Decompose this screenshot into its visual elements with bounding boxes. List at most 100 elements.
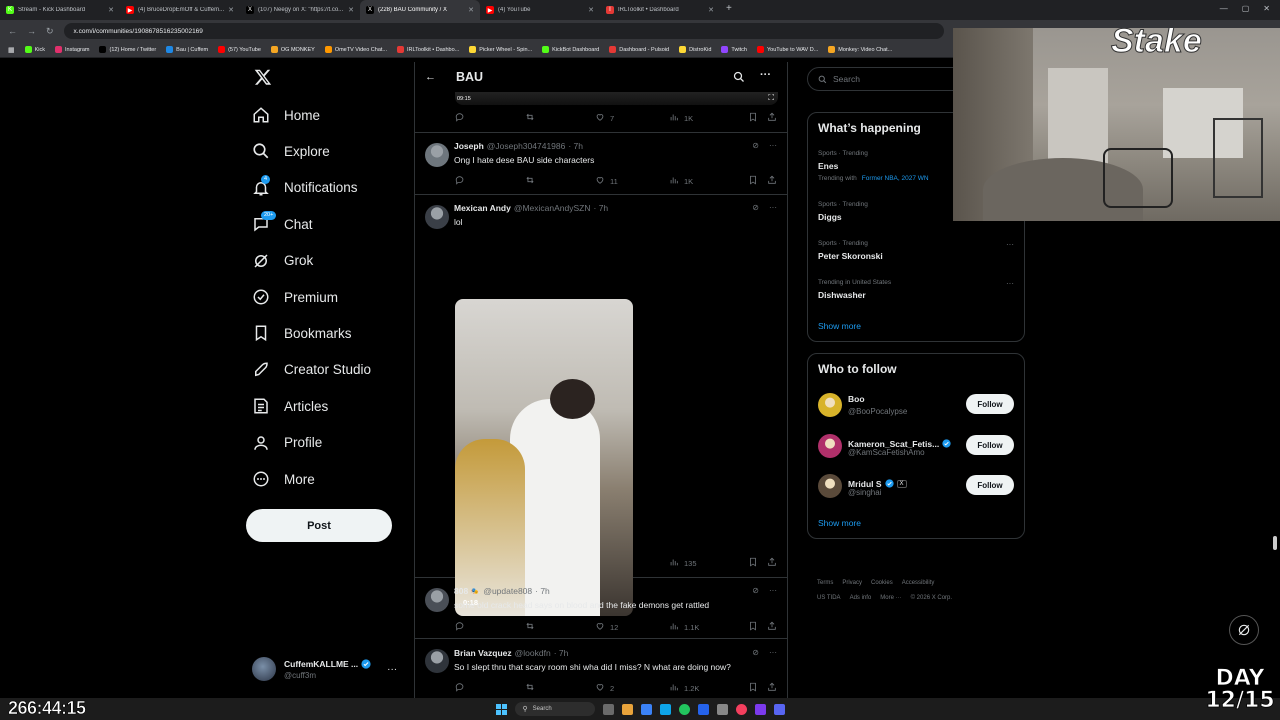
tweet-video[interactable]: 0:18 <box>455 299 633 616</box>
browser-tab[interactable]: I IRLToolkit • Dashboard ✕ <box>600 0 720 20</box>
views-button[interactable]: 135 <box>669 557 697 569</box>
close-icon[interactable]: ✕ <box>348 6 354 14</box>
search-icon[interactable] <box>733 71 745 83</box>
more-icon[interactable]: ··· <box>769 648 777 657</box>
avatar[interactable] <box>818 474 842 498</box>
tweet-time[interactable]: · 7h <box>554 648 569 658</box>
account-switcher[interactable]: CuffemKALLME ... @cuff3m ··· <box>252 652 412 686</box>
scrollbar[interactable] <box>1273 536 1277 550</box>
nav-item-grok[interactable]: Grok <box>252 246 313 276</box>
close-window-icon[interactable]: ✕ <box>1263 4 1270 13</box>
tweet-author-handle[interactable]: @Joseph304741986 <box>487 141 566 151</box>
views-button[interactable]: 1.1K <box>669 621 699 633</box>
close-icon[interactable]: ✕ <box>228 6 234 14</box>
footer-link[interactable]: © 2026 X Corp. <box>911 595 952 601</box>
tweet-author-name[interactable]: 808 <box>454 586 468 596</box>
browser-tab[interactable]: X (107) Neegy on X: "https://t.co... ✕ <box>240 0 360 20</box>
footer-link[interactable]: Accessibility <box>902 580 935 586</box>
tweet-time[interactable]: · 7h <box>568 141 583 151</box>
tweet-author-handle[interactable]: @MexicanAndySZN <box>514 203 591 213</box>
account-more-icon[interactable]: ··· <box>387 664 397 675</box>
bookmark-item[interactable]: DistroKid <box>679 46 711 53</box>
grok-icon[interactable]: ⊘ <box>752 203 759 212</box>
bookmark-item[interactable]: IRLToolkit • Dashbo... <box>397 46 459 53</box>
bookmark-item[interactable]: OmeTV Video Chat... <box>324 46 387 53</box>
close-icon[interactable]: ✕ <box>708 6 714 14</box>
browser-tab[interactable]: ▶ (4) BruceDropEmOff & Cuffem... ✕ <box>120 0 240 20</box>
bookmark-button[interactable] <box>748 557 758 569</box>
footer-link[interactable]: More ··· <box>880 595 901 601</box>
post-button[interactable]: Post <box>246 509 392 542</box>
follow-button[interactable]: Follow <box>966 435 1014 455</box>
close-icon[interactable]: ✕ <box>108 6 114 14</box>
browser-tab[interactable]: K Stream - Kick Dashboard ✕ <box>0 0 120 20</box>
nav-item-creator-studio[interactable]: Creator Studio <box>252 355 371 385</box>
nav-item-more[interactable]: More <box>252 464 315 494</box>
bookmark-item[interactable]: Monkey: Video Chat... <box>828 46 892 53</box>
like-button[interactable]: 12 <box>595 621 618 633</box>
bookmark-item[interactable]: OG MONKEY <box>270 46 315 53</box>
follow-button[interactable]: Follow <box>966 475 1014 495</box>
nav-item-chat[interactable]: 20+ Chat <box>252 209 313 239</box>
like-button[interactable]: 7 <box>595 112 614 124</box>
browser-tab[interactable]: ▶ (4) YouTube ✕ <box>480 0 600 20</box>
back-arrow-icon[interactable]: ← <box>425 71 436 83</box>
bookmark-item[interactable]: Dashboard - Pulsoid <box>609 46 669 53</box>
bookmark-item[interactable]: Instagram <box>55 46 89 53</box>
nav-item-explore[interactable]: Explore <box>252 136 330 166</box>
avatar[interactable] <box>425 143 449 167</box>
bookmark-item[interactable]: Twitch <box>721 46 747 53</box>
taskbar-app-icon[interactable] <box>773 703 785 715</box>
taskbar-app-icon[interactable] <box>621 703 633 715</box>
like-button[interactable]: 11 <box>595 175 618 187</box>
tweet-author-name[interactable]: Mexican Andy <box>454 203 511 213</box>
x-logo-icon[interactable] <box>254 68 272 86</box>
views-button[interactable]: 1.2K <box>669 682 699 694</box>
fullscreen-icon[interactable]: ⛶ <box>768 93 774 103</box>
nav-item-bookmarks[interactable]: Bookmarks <box>252 318 352 348</box>
taskbar-app-icon[interactable] <box>697 703 709 715</box>
share-button[interactable] <box>767 682 777 694</box>
share-button[interactable] <box>767 112 777 124</box>
bookmark-button[interactable] <box>748 112 758 124</box>
more-icon[interactable]: ··· <box>769 203 777 212</box>
nav-item-home[interactable]: Home <box>252 100 320 130</box>
reply-button[interactable] <box>455 112 465 124</box>
reply-button[interactable] <box>455 621 465 633</box>
grok-icon[interactable]: ⊘ <box>752 648 759 657</box>
more-icon[interactable]: ··· <box>769 141 777 150</box>
nav-item-profile[interactable]: Profile <box>252 428 322 458</box>
follow-suggestion[interactable]: Mridul S X @singhai Follow <box>808 473 1024 501</box>
share-button[interactable] <box>767 175 777 187</box>
tweet-author-handle[interactable]: @update808 <box>483 586 532 596</box>
tweet-author-handle[interactable]: @lookdfn <box>515 648 551 658</box>
trend-item[interactable]: Trending in United States Dishwasher ··· <box>818 279 1014 300</box>
reply-button[interactable] <box>455 175 465 187</box>
repost-button[interactable] <box>525 112 535 124</box>
tweet-author-name[interactable]: Joseph <box>454 141 484 151</box>
bookmark-item[interactable]: Bau | Cuffem <box>166 46 208 53</box>
repost-button[interactable] <box>525 682 535 694</box>
avatar[interactable] <box>425 588 449 612</box>
share-button[interactable] <box>767 621 777 633</box>
grok-icon[interactable]: ⊘ <box>752 141 759 150</box>
forward-arrow-icon[interactable]: → <box>27 26 36 36</box>
follow-button[interactable]: Follow <box>966 394 1014 414</box>
trends-show-more-link[interactable]: Show more <box>818 321 861 331</box>
reload-icon[interactable]: ↻ <box>46 26 54 37</box>
bookmark-item[interactable]: Picker Wheel - Spin... <box>469 46 532 53</box>
browser-tab[interactable]: X (228) BAU Community / X ✕ <box>360 0 480 20</box>
trend-item[interactable]: Sports · Trending Peter Skoronski ··· <box>818 240 1014 261</box>
avatar[interactable] <box>425 205 449 229</box>
more-icon[interactable]: ··· <box>1006 279 1014 288</box>
trend-context-link[interactable]: Former NBA, 2027 WN <box>862 175 929 182</box>
new-tab-button[interactable]: + <box>720 0 738 20</box>
grok-floating-button[interactable] <box>1229 615 1259 645</box>
more-icon[interactable]: ··· <box>769 586 777 595</box>
views-button[interactable]: 1K <box>669 112 693 124</box>
taskbar-app-icon[interactable] <box>754 703 766 715</box>
follow-show-more-link[interactable]: Show more <box>818 518 861 528</box>
repost-button[interactable] <box>525 175 535 187</box>
tweet-time[interactable]: · 7h <box>594 203 609 213</box>
footer-link[interactable]: Cookies <box>871 580 893 586</box>
